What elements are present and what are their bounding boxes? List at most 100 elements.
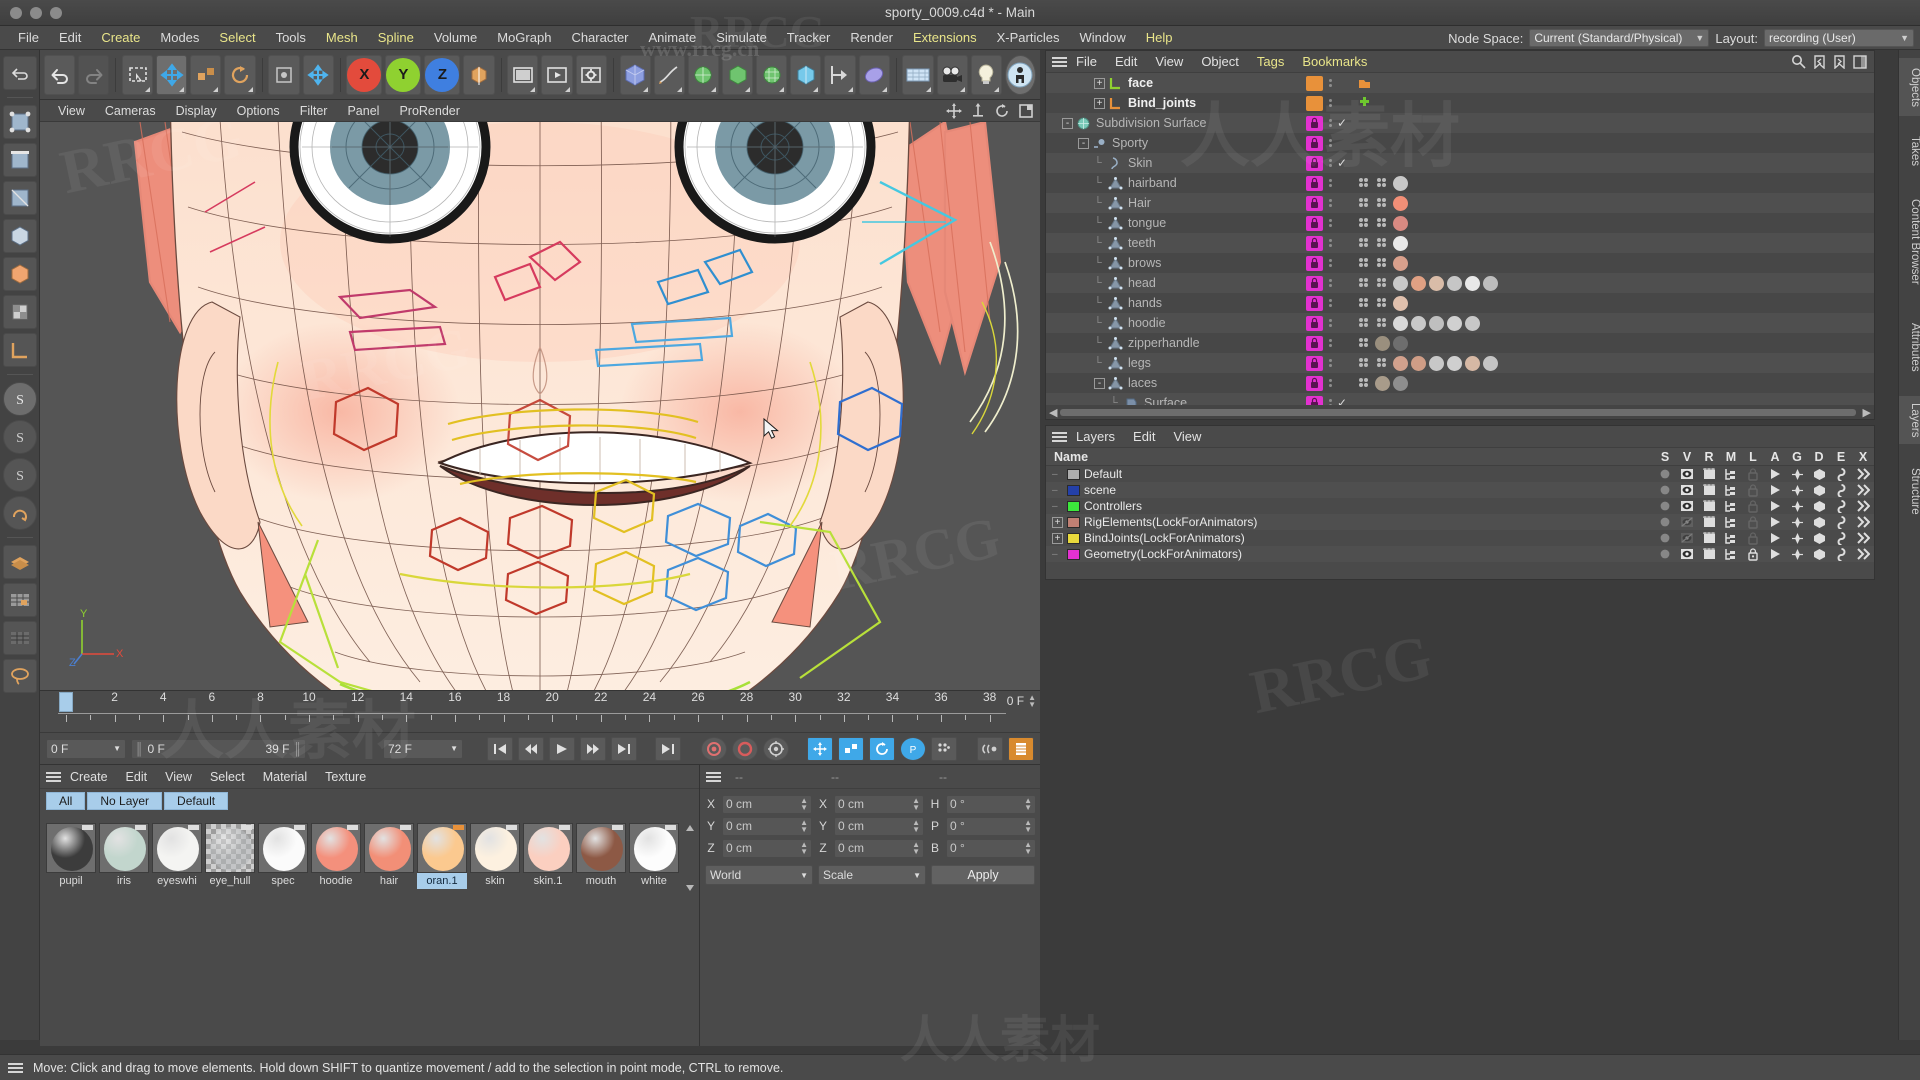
tool-grid-dark-icon[interactable]	[2, 621, 37, 655]
object-row[interactable]: └ Surface ✓	[1046, 393, 1874, 405]
object-tag-icon[interactable]	[1357, 296, 1372, 311]
material-preview-swatch[interactable]	[99, 823, 149, 873]
coordinates-panel-menu-icon[interactable]	[706, 771, 721, 782]
visibility-dots[interactable]	[1323, 339, 1337, 347]
character-object-button[interactable]	[1004, 54, 1036, 95]
object-tag-icon[interactable]	[1465, 315, 1480, 331]
object-tags[interactable]	[1351, 76, 1372, 91]
size-spinner[interactable]: ▲ ▼	[912, 841, 920, 856]
object-tree-list[interactable]: + face + Bind_joints - Subdivision Surface ✓ - S…	[1046, 73, 1874, 405]
enabled-check[interactable]: ✓	[1337, 116, 1351, 130]
viewport-nav-icons[interactable]	[946, 103, 1034, 119]
object-row[interactable]: └ hoodie	[1046, 313, 1874, 333]
coordinates-rows[interactable]: X 0 cm ▲ ▼ X 0 cm ▲ ▼ H 0 ° ▲ ▼ Y 0 cm ▲ ▼ Y 0 cm ▲ ▼ P 0 ° ▲ ▼…	[700, 789, 1040, 859]
layer-v-toggle[interactable]	[1676, 500, 1698, 512]
layer-a-toggle[interactable]	[1764, 484, 1786, 496]
layer-color-swatch[interactable]	[1067, 500, 1080, 512]
layer-v-toggle[interactable]	[1676, 532, 1698, 544]
goto-start-button[interactable]	[487, 736, 513, 761]
object-tag-icon[interactable]	[1357, 216, 1372, 231]
object-tag-icon[interactable]	[1375, 356, 1390, 371]
material-preview-swatch[interactable]	[152, 823, 202, 873]
layer-color-swatch[interactable]	[1067, 548, 1080, 560]
material-swatch-grid[interactable]: pupil iris eyeswhi eye_hull spec hoodie hair or…	[46, 823, 679, 889]
material-preview-swatch[interactable]	[46, 823, 96, 873]
material-cell[interactable]: pupil	[46, 823, 96, 889]
object-tag-icon[interactable]	[1357, 316, 1372, 331]
visibility-dots[interactable]	[1323, 79, 1337, 87]
material-name[interactable]: hair	[364, 873, 414, 889]
object-tag-icon[interactable]	[1465, 355, 1480, 371]
rotation-spinner[interactable]: ▲ ▼	[1024, 841, 1032, 856]
object-tag-icon[interactable]	[1429, 355, 1444, 371]
render-to-picture-viewer-button[interactable]	[541, 54, 573, 95]
layer-x-toggle[interactable]	[1852, 516, 1874, 528]
object-tag-icon[interactable]	[1375, 176, 1390, 191]
layer-row[interactable]: – Controllers	[1046, 498, 1874, 514]
world-object-axis-button[interactable]	[268, 54, 300, 95]
timeline-playhead[interactable]	[59, 692, 73, 712]
object-name[interactable]: zipperhandle	[1128, 336, 1200, 350]
object-tag-icon[interactable]	[1357, 96, 1372, 111]
layer-g-toggle[interactable]	[1786, 468, 1808, 481]
layer-e-toggle[interactable]	[1830, 467, 1852, 481]
object-tag-icon[interactable]	[1375, 216, 1390, 231]
layer-l-toggle[interactable]	[1742, 483, 1764, 497]
spline-pen-button[interactable]	[653, 54, 685, 95]
layer-expand-toggle[interactable]: +	[1052, 516, 1063, 528]
visibility-dots[interactable]	[1323, 359, 1337, 367]
material-name[interactable]: iris	[99, 873, 149, 889]
layer-d-toggle[interactable]	[1808, 484, 1830, 497]
scale-tool-button[interactable]	[190, 54, 222, 95]
material-cell[interactable]: eye_hull	[205, 823, 255, 889]
material-menu-edit[interactable]: Edit	[117, 770, 157, 784]
layer-name-cell[interactable]: + RigElements(LockForAnimators)	[1046, 515, 1654, 529]
visibility-dots[interactable]	[1323, 139, 1337, 147]
menu-item-character[interactable]: Character	[561, 26, 638, 50]
right-tab-takes[interactable]: Takes	[1899, 130, 1920, 172]
object-tag-icon[interactable]	[1375, 375, 1390, 391]
object-tag-icon[interactable]	[1357, 196, 1372, 211]
object-layer-color[interactable]	[1306, 215, 1323, 231]
camera-button[interactable]	[936, 54, 968, 95]
x-axis-toggle[interactable]: X	[347, 57, 382, 92]
mograph-button[interactable]	[824, 54, 856, 95]
menu-item-mograph[interactable]: MoGraph	[487, 26, 561, 50]
object-menu-bookmarks[interactable]: Bookmarks	[1293, 54, 1376, 69]
menu-item-edit[interactable]: Edit	[49, 26, 91, 50]
menu-item-help[interactable]: Help	[1136, 26, 1183, 50]
rotate-tool-button[interactable]	[224, 54, 256, 95]
material-cell[interactable]: white	[629, 823, 679, 889]
material-cell[interactable]: eyeswhi	[152, 823, 202, 889]
maximize-viewport-icon[interactable]	[1018, 103, 1034, 119]
layer-row[interactable]: + RigElements(LockForAnimators)	[1046, 514, 1874, 530]
layer-r-toggle[interactable]	[1698, 500, 1720, 512]
status-menu-icon[interactable]	[8, 1062, 23, 1073]
viewport-3d-canvas[interactable]	[40, 122, 1040, 690]
layer-r-toggle[interactable]	[1698, 532, 1720, 544]
search-icon[interactable]	[1791, 54, 1806, 69]
layer-color-swatch[interactable]	[1067, 516, 1080, 528]
material-menu-view[interactable]: View	[156, 770, 201, 784]
position-spinner[interactable]: ▲ ▼	[800, 797, 808, 812]
next-key-button[interactable]	[655, 736, 681, 761]
material-preview-swatch[interactable]	[523, 823, 573, 873]
layer-m-toggle[interactable]	[1720, 484, 1742, 496]
rotation-input[interactable]: 0 ° ▲ ▼	[946, 838, 1036, 858]
layer-r-toggle[interactable]	[1698, 516, 1720, 528]
viewport-menu-options[interactable]: Options	[227, 104, 290, 118]
layer-row[interactable]: + BindJoints(LockForAnimators)	[1046, 530, 1874, 546]
visibility-dots[interactable]	[1323, 379, 1337, 387]
position-input[interactable]: 0 cm ▲ ▼	[722, 816, 812, 836]
expand-collapse-toggle[interactable]: +	[1094, 77, 1105, 89]
object-menu-tags[interactable]: Tags	[1248, 54, 1293, 69]
object-name[interactable]: face	[1128, 76, 1153, 90]
object-row[interactable]: - laces	[1046, 373, 1874, 393]
apply-button[interactable]: Apply	[931, 865, 1035, 885]
object-menu-file[interactable]: File	[1067, 54, 1106, 69]
layer-r-toggle[interactable]	[1698, 468, 1720, 480]
material-preview-swatch[interactable]	[258, 823, 308, 873]
material-preview-swatch[interactable]	[629, 823, 679, 873]
layer-e-toggle[interactable]	[1830, 547, 1852, 561]
object-name[interactable]: hands	[1128, 296, 1162, 310]
